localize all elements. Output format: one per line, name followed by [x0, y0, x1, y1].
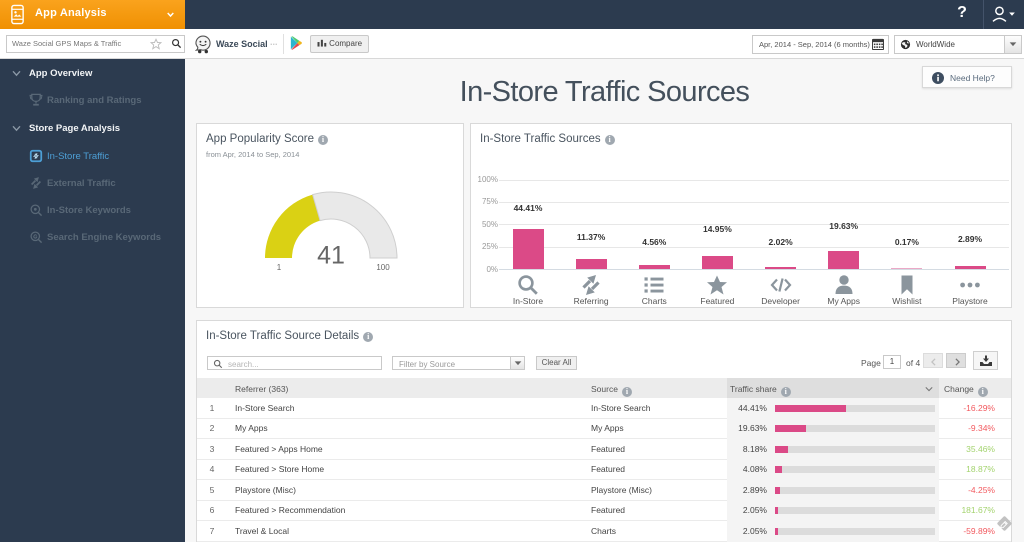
svg-text:1: 1 [277, 263, 282, 272]
svg-text:100: 100 [376, 263, 390, 272]
svg-text:41: 41 [317, 242, 345, 270]
